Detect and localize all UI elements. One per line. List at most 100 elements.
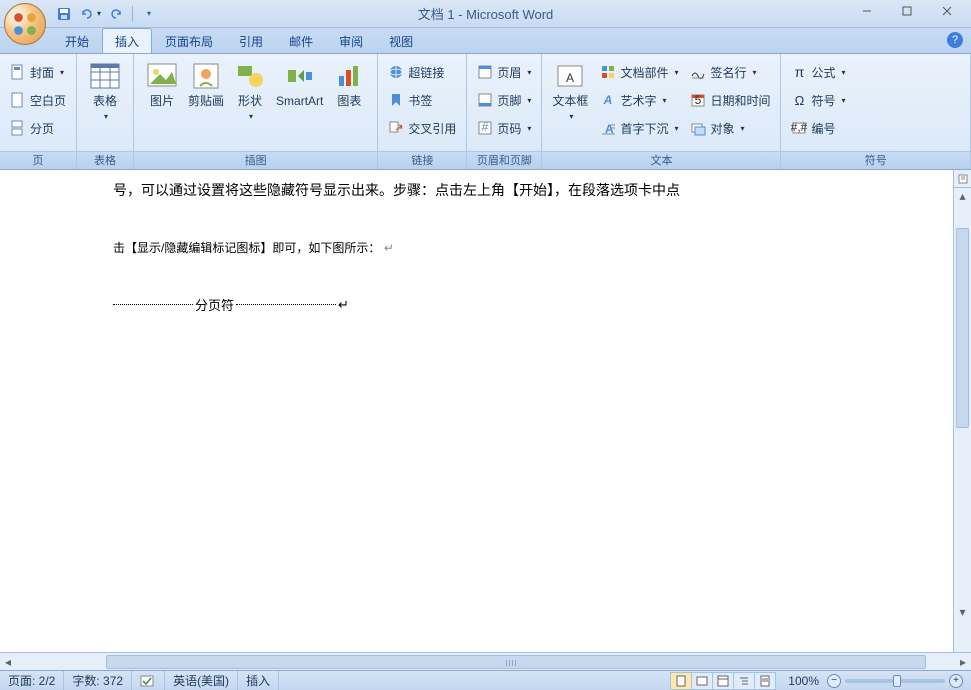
doc-line-1: 号，可以通过设置将这些隐藏符号显示出来。步骤：点击左上角【开始】，在段落选项卡中… [113, 182, 915, 202]
table-button[interactable]: 表格▾ [83, 58, 127, 126]
header-button[interactable]: 页眉▾ [473, 60, 535, 84]
tab-review[interactable]: 审阅 [326, 28, 376, 53]
status-words[interactable]: 字数: 372 [64, 671, 132, 690]
window-controls [847, 0, 967, 22]
header-icon [477, 64, 493, 80]
symbol-button[interactable]: Ω符号▾ [787, 88, 849, 112]
blank-page-button[interactable]: 空白页 [6, 88, 70, 112]
clipart-button[interactable]: 剪贴画 [184, 58, 228, 110]
redo-button[interactable] [104, 3, 128, 25]
number-icon: #,# [791, 120, 807, 136]
quickparts-button[interactable]: 文档部件▾ [596, 60, 682, 84]
wordart-button[interactable]: A艺术字▾ [596, 88, 682, 112]
scroll-up[interactable]: ▴ [954, 188, 971, 204]
zoom-value[interactable]: 100% [784, 674, 823, 688]
undo-button[interactable]: ▾ [78, 3, 102, 25]
svg-text:5: 5 [695, 93, 702, 107]
vertical-scrollbar[interactable]: ▴ ▾ [953, 188, 971, 652]
group-illustrations: 图片 剪贴画 形状▾ SmartArt 图表 插图 [134, 54, 378, 169]
tab-pagelayout[interactable]: 页面布局 [152, 28, 226, 53]
document-area[interactable]: 号，可以通过设置将这些隐藏符号显示出来。步骤：点击左上角【开始】，在段落选项卡中… [0, 170, 953, 652]
hscroll-thumb[interactable] [106, 655, 926, 669]
smartart-button[interactable]: SmartArt [272, 58, 327, 110]
hscroll-track[interactable] [16, 655, 955, 669]
picture-button[interactable]: 图片 [140, 58, 184, 110]
dropcap-icon: A [600, 120, 616, 136]
save-button[interactable] [52, 3, 76, 25]
object-button[interactable]: 对象▾ [686, 116, 774, 140]
qat-customize[interactable]: ▾ [137, 3, 161, 25]
textbox-icon: A [554, 60, 586, 92]
scroll-down[interactable]: ▾ [954, 604, 971, 620]
help-button[interactable]: ? [947, 32, 963, 48]
status-bar: 页面: 2/2 字数: 372 英语(美国) 插入 100% − + [0, 670, 971, 690]
view-web[interactable] [712, 672, 734, 690]
pb-dots-left [113, 304, 193, 305]
view-print-layout[interactable] [670, 672, 692, 690]
equation-button[interactable]: π公式▾ [787, 60, 849, 84]
close-button[interactable] [927, 0, 967, 22]
pagenum-icon: # [477, 120, 493, 136]
ruler-toggle[interactable] [953, 170, 971, 188]
status-proofing[interactable] [132, 671, 165, 690]
tab-view[interactable]: 视图 [376, 28, 426, 53]
pb-return-mark: ↵ [338, 297, 349, 313]
maximize-button[interactable] [887, 0, 927, 22]
zoom-handle[interactable] [893, 675, 901, 687]
page-number-button[interactable]: #页码▾ [473, 116, 535, 140]
group-illustrations-label: 插图 [134, 151, 377, 169]
zoom-in[interactable]: + [949, 674, 963, 688]
tab-mailings[interactable]: 邮件 [276, 28, 326, 53]
scroll-left[interactable]: ◂ [0, 654, 16, 670]
number-button[interactable]: #,#编号 [787, 116, 849, 140]
blank-page-icon [10, 92, 26, 108]
page-break-marker: 分页符 ↵ [113, 295, 915, 314]
signature-button[interactable]: 签名行▾ [686, 60, 774, 84]
horizontal-scrollbar[interactable]: ◂ ▸ [0, 652, 971, 670]
status-mode[interactable]: 插入 [238, 671, 279, 690]
shapes-button[interactable]: 形状▾ [228, 58, 272, 126]
tab-home[interactable]: 开始 [52, 28, 102, 53]
zoom-out[interactable]: − [827, 674, 841, 688]
zoom-slider[interactable] [845, 679, 945, 683]
svg-text:A: A [603, 93, 613, 107]
hyperlink-button[interactable]: 超链接 [384, 60, 460, 84]
doc-line-2: 击【显示/隐藏编辑标记图标】即可，如下图所示： ↵ [113, 238, 915, 259]
vscroll-thumb[interactable] [956, 228, 969, 428]
zoom-controls: 100% − + [784, 674, 963, 688]
office-button[interactable] [4, 3, 46, 45]
textbox-button[interactable]: A文本框▾ [548, 58, 592, 126]
group-tables: 表格▾ 表格 [77, 54, 134, 169]
footer-button[interactable]: 页脚▾ [473, 88, 535, 112]
datetime-button[interactable]: 5日期和时间 [686, 88, 774, 112]
page-break-button[interactable]: 分页 [6, 116, 70, 140]
datetime-icon: 5 [690, 92, 706, 108]
chart-button[interactable]: 图表 [327, 58, 371, 110]
group-headerfooter: 页眉▾ 页脚▾ #页码▾ 页眉和页脚 [467, 54, 542, 169]
page-break-icon [10, 120, 26, 136]
separator [132, 6, 133, 22]
status-page[interactable]: 页面: 2/2 [0, 671, 64, 690]
tab-references[interactable]: 引用 [226, 28, 276, 53]
svg-text:#,#: #,# [791, 120, 807, 134]
dropcap-button[interactable]: A首字下沉▾ [596, 116, 682, 140]
page-content: 号，可以通过设置将这些隐藏符号显示出来。步骤：点击左上角【开始】，在段落选项卡中… [95, 170, 915, 314]
minimize-button[interactable] [847, 0, 887, 22]
scroll-right[interactable]: ▸ [955, 654, 971, 670]
wordart-icon: A [600, 92, 616, 108]
group-pages: 封面▾ 空白页 分页 页 [0, 54, 77, 169]
view-buttons [671, 672, 776, 690]
group-tables-label: 表格 [77, 151, 133, 169]
view-outline[interactable] [733, 672, 755, 690]
bookmark-button[interactable]: 书签 [384, 88, 460, 112]
cover-page-button[interactable]: 封面▾ [6, 60, 70, 84]
status-language[interactable]: 英语(美国) [165, 671, 238, 690]
cross-reference-button[interactable]: 交叉引用 [384, 116, 460, 140]
tab-insert[interactable]: 插入 [102, 28, 152, 53]
quick-access-toolbar: ▾ ▾ [52, 0, 161, 27]
equation-icon: π [791, 64, 807, 80]
view-draft[interactable] [754, 672, 776, 690]
svg-text:#: # [482, 120, 489, 134]
group-text-label: 文本 [542, 151, 780, 169]
view-fullscreen[interactable] [691, 672, 713, 690]
